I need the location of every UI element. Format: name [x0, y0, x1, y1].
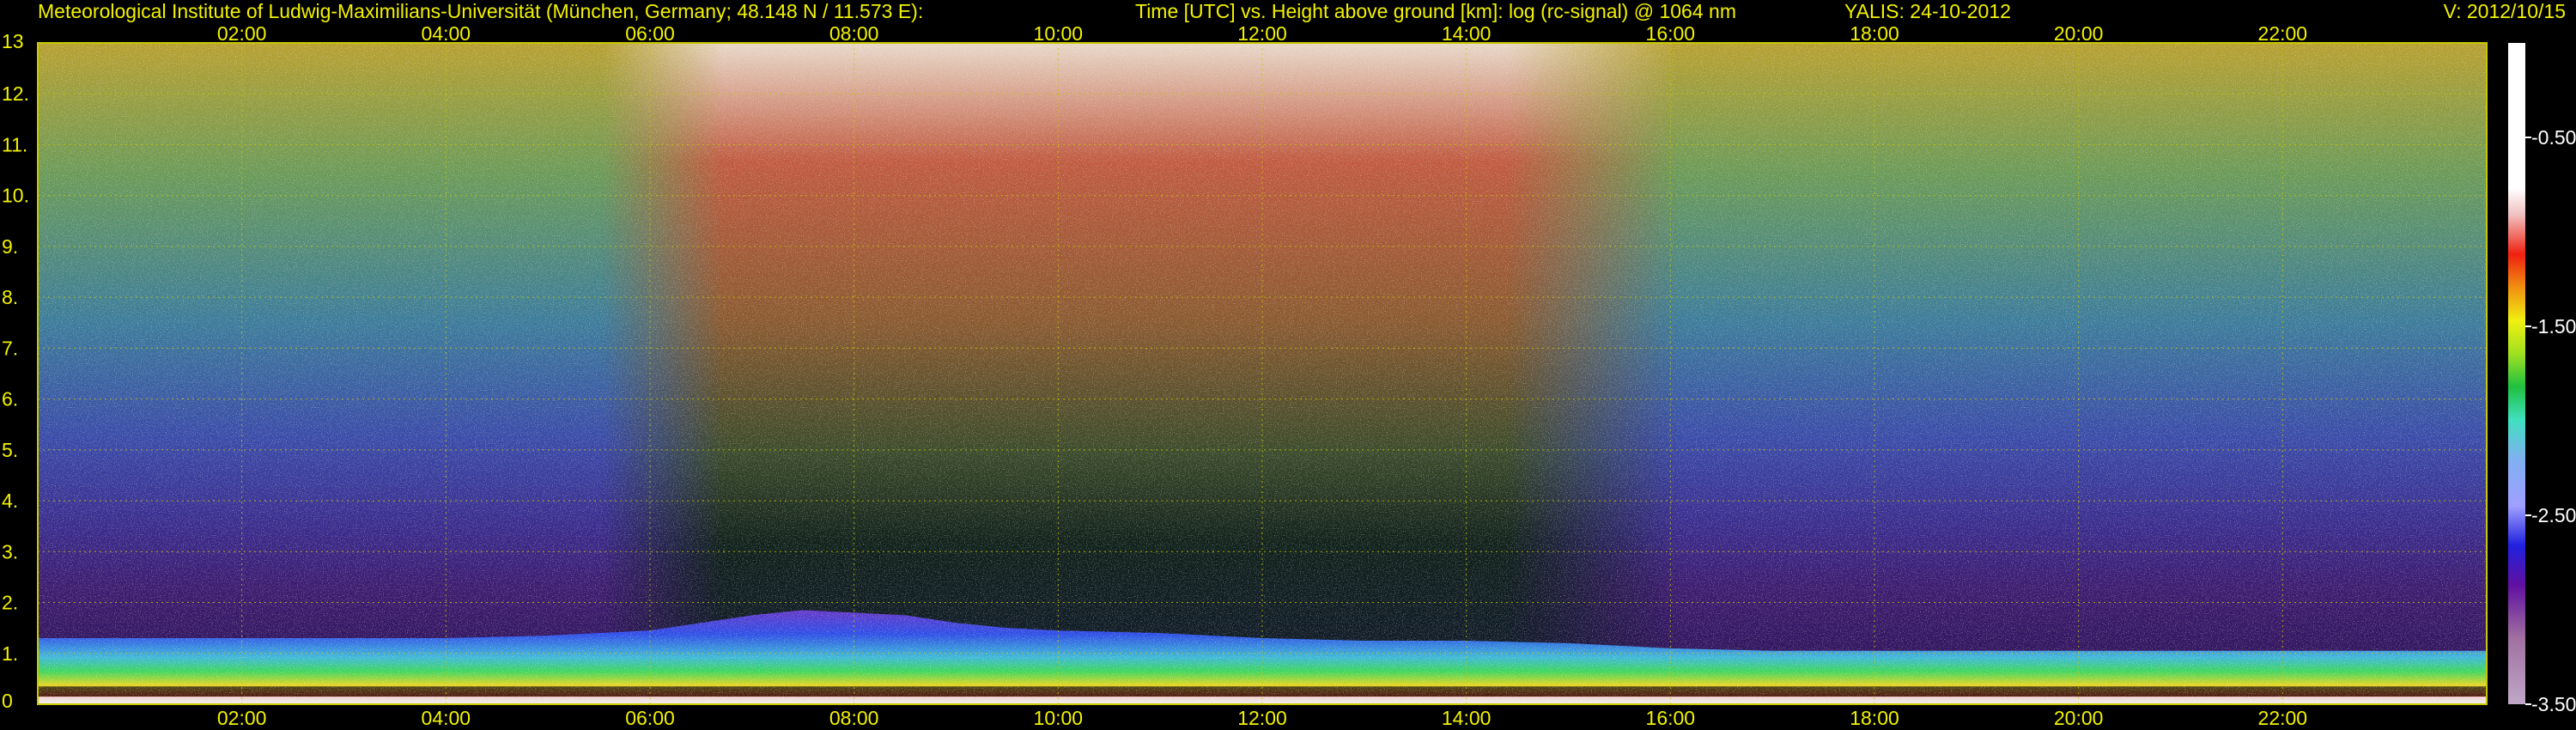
y-tick-label: 6. — [2, 388, 18, 411]
x-tick-label-bottom: 22:00 — [2258, 707, 2308, 729]
colorbar-tick-label: -0.50 — [2531, 126, 2576, 149]
lidar-chart: 02:00 02:00 04:00 04:00 06:00 06:00 08:00 08:00… — [2, 22, 2576, 729]
colorbar-tick-label: -2.50 — [2531, 504, 2576, 526]
y-tick-label: 10. — [2, 185, 29, 207]
x-tick-label-bottom: 10:00 — [1034, 707, 1084, 729]
x-tick-label-bottom: 02:00 — [217, 707, 267, 729]
y-tick-label: 1. — [2, 642, 18, 665]
x-tick-label-top: 18:00 — [1850, 22, 1899, 45]
colorbar-tick-label: -1.50 — [2531, 315, 2576, 338]
y-tick-label: 7. — [2, 337, 18, 359]
colorbar-labels: -0.50 -1.50 -2.50 -3.50 — [2525, 126, 2576, 715]
x-tick-label-top: 08:00 — [829, 22, 879, 45]
x-tick-label-bottom: 18:00 — [1850, 707, 1899, 729]
y-tick-label: 9. — [2, 235, 18, 258]
x-tick-label-top: 04:00 — [422, 22, 471, 45]
y-tick-label: 13 — [2, 30, 24, 52]
x-tick-label-bottom: 20:00 — [2054, 707, 2104, 729]
x-tick-label-bottom: 08:00 — [829, 707, 879, 729]
x-tick-label-bottom: 12:00 — [1237, 707, 1287, 729]
x-tick-label-top: 20:00 — [2054, 22, 2104, 45]
colorbar-tick-label: -3.50 — [2531, 693, 2576, 715]
x-tick-label-top: 02:00 — [217, 22, 267, 45]
x-tick-label-top: 10:00 — [1034, 22, 1084, 45]
colorbar — [2508, 43, 2525, 704]
x-tick-label-bottom: 14:00 — [1442, 707, 1492, 729]
y-tick-label: 0 — [2, 690, 13, 712]
x-tick-label-top: 06:00 — [625, 22, 675, 45]
x-tick-label-top: 22:00 — [2258, 22, 2308, 45]
x-tick-label-top: 14:00 — [1442, 22, 1492, 45]
y-tick-label: 12. — [2, 82, 29, 105]
x-tick-label-top: 12:00 — [1237, 22, 1287, 45]
y-tick-label: 4. — [2, 490, 18, 512]
y-tick-label: 2. — [2, 592, 18, 614]
x-tick-label-bottom: 06:00 — [625, 707, 675, 729]
x-tick-label-bottom: 16:00 — [1646, 707, 1696, 729]
y-tick-label: 11. — [2, 133, 27, 155]
x-tick-label-bottom: 04:00 — [422, 707, 471, 729]
y-tick-label: 5. — [2, 439, 18, 461]
x-tick-label-top: 16:00 — [1646, 22, 1696, 45]
y-tick-label: 8. — [2, 286, 18, 308]
y-tick-label: 3. — [2, 540, 18, 563]
